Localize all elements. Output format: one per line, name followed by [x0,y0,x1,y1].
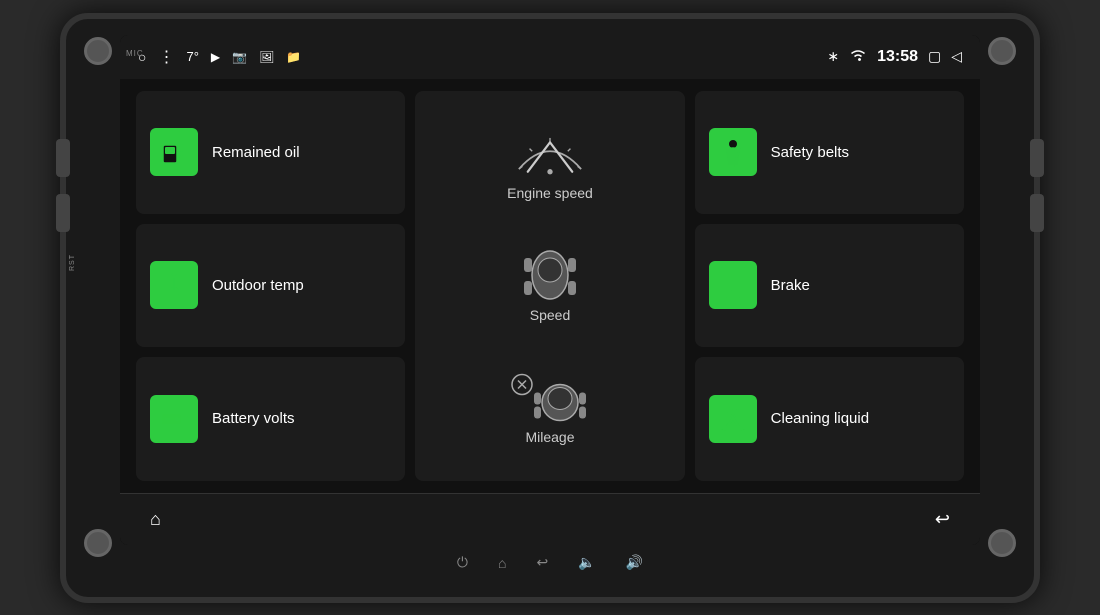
brake-icon: ! [709,261,757,309]
safety-belts-tile[interactable]: Safety belts [695,91,964,214]
physical-buttons-row: ⏻ ⌂ ↩ 🔈 🔊 [457,545,643,581]
remained-oil-tile[interactable]: Remained oil [136,91,405,214]
fuel-icon [150,128,198,176]
back-nav-icon[interactable]: ↩ [935,509,950,530]
vol-down-physical-btn[interactable]: 🔈 [578,554,595,571]
outdoor-temp-label: Outdoor temp [212,277,391,294]
mileage-label: Mileage [525,429,574,445]
status-right: ∗ 13:58 ▢ ◁ [827,48,962,66]
battery-volts-tile[interactable]: Battery volts [136,357,405,480]
mount-hole-bl [84,529,112,557]
battery-volts-label: Battery volts [212,410,391,427]
back-arrow-icon: ◁ [951,48,962,65]
square-icon: ▢ [928,48,941,65]
youtube-icon: ▶ [211,50,220,64]
mic-label: MIC [126,49,144,58]
bottom-nav-bar: ⌂ ↩ [120,493,980,545]
svg-text:!: ! [729,275,736,298]
home-physical-btn[interactable]: ⌂ [498,555,506,571]
cleaning-liquid-label: Cleaning liquid [771,410,950,427]
left-button-mid[interactable] [56,194,70,232]
thermometer-icon [150,261,198,309]
status-left: ○ ⋮ 7° ▶ 📷 🖼 📁 [138,47,301,67]
remained-oil-label: Remained oil [212,144,391,161]
mileage-section: Mileage [423,370,676,445]
status-bar: ○ ⋮ 7° ▶ 📷 🖼 📁 ∗ [120,35,980,79]
vol-up-physical-btn[interactable]: 🔊 [626,554,643,571]
safety-belts-label: Safety belts [771,144,950,161]
battery-icon [150,395,198,443]
rst-label: RST [69,254,76,271]
outdoor-temp-tile[interactable]: Outdoor temp [136,224,405,347]
mount-hole-tl [84,37,112,65]
file-icon: 📁 [286,50,301,64]
engine-speed-section: Engine speed [423,126,676,201]
time-display: 13:58 [877,48,918,66]
bluetooth-icon: ∗ [827,48,839,65]
mount-hole-br [988,529,1016,557]
speed-section: Speed [423,248,676,323]
photo-icon: 🖼 [259,50,274,64]
home-nav-icon[interactable]: ⌂ [150,509,161,530]
seatbelt-icon [709,128,757,176]
wiper-icon [709,395,757,443]
camera1-icon: 📷 [232,50,247,64]
dots-icon: ⋮ [158,47,174,67]
speed-label: Speed [530,307,570,323]
right-button-top[interactable] [1030,139,1044,177]
power-physical-btn[interactable]: ⏻ [457,554,468,571]
engine-speed-label: Engine speed [507,185,593,201]
center-gauge-tile[interactable]: Engine speed Speed [415,91,684,481]
cleaning-liquid-tile[interactable]: Cleaning liquid [695,357,964,480]
right-button-mid[interactable] [1030,194,1044,232]
brake-tile[interactable]: ! Brake [695,224,964,347]
brake-label: Brake [771,277,950,294]
wifi-icon [849,48,867,65]
main-grid: Remained oil [120,79,980,493]
device-frame: MIC RST ○ ⋮ 7° ▶ 📷 🖼 📁 ∗ [60,13,1040,603]
left-button-top[interactable] [56,139,70,177]
back-physical-btn[interactable]: ↩ [536,554,548,571]
mount-hole-tr [988,37,1016,65]
screen: ○ ⋮ 7° ▶ 📷 🖼 📁 ∗ [120,35,980,545]
temperature-display: 7° [186,49,198,64]
